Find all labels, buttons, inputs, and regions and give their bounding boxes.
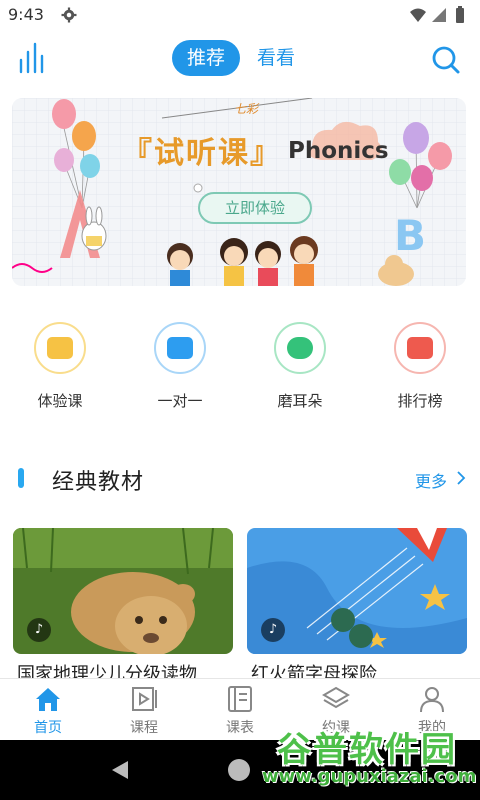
section-accent-bar	[18, 468, 24, 488]
quick-entry-label: 排行榜	[397, 392, 443, 410]
tab-courses[interactable]: 课程	[96, 679, 192, 741]
book-icon	[47, 337, 73, 359]
quick-entry-row: 体验课 一对一 磨耳朵 排行榜	[0, 318, 480, 418]
watermark-logo: 谷普软件园 www.gupuxiazai.com	[262, 722, 477, 796]
banner-title: 『试听课』	[122, 136, 282, 171]
quick-entry-trial[interactable]: 体验课	[15, 318, 105, 418]
play-box-icon	[132, 687, 157, 711]
back-icon[interactable]	[108, 759, 130, 781]
status-bar: 9:43	[0, 0, 480, 30]
home-circle-icon[interactable]	[228, 759, 250, 781]
audio-badge-icon: ♪	[27, 618, 51, 642]
schedule-icon	[228, 686, 252, 712]
tab-recommend[interactable]: 推荐	[172, 40, 240, 76]
tab-home[interactable]: 首页	[0, 679, 96, 741]
try-now-button[interactable]: 立即体验	[198, 192, 312, 224]
chat-icon	[167, 337, 193, 359]
quick-entry-listening[interactable]: 磨耳朵	[255, 318, 345, 418]
svg-text:B: B	[394, 211, 426, 260]
quick-entry-ranking[interactable]: 排行榜	[375, 318, 465, 418]
quick-entry-one-on-one[interactable]: 一对一	[135, 318, 225, 418]
quick-entry-label: 体验课	[37, 392, 83, 410]
quick-entry-circle	[394, 322, 446, 374]
search-icon[interactable]	[430, 44, 462, 76]
quick-entry-circle	[154, 322, 206, 374]
audio-badge-icon: ♪	[261, 618, 285, 642]
section-title: 经典教材	[52, 470, 145, 495]
bookmark-star-icon	[407, 337, 433, 359]
quick-entry-circle	[274, 322, 326, 374]
chevron-right-icon[interactable]	[456, 470, 466, 486]
section-classic-materials: 经典教材 更多	[0, 458, 480, 500]
tab-label: 首页	[34, 720, 62, 736]
course-card[interactable]: ♪ 红火箭字母探险	[247, 528, 467, 685]
status-time: 9:43	[8, 5, 44, 24]
more-link[interactable]: 更多	[415, 468, 447, 492]
user-icon	[420, 687, 444, 713]
banner-subtitle: Phonics	[288, 138, 389, 164]
tab-label: 课程	[130, 720, 158, 736]
quick-entry-circle	[34, 322, 86, 374]
tab-watch[interactable]: 看看	[252, 40, 300, 76]
watermark-url: www.gupuxiazai.com	[262, 766, 477, 787]
card-cover-lion: ♪	[13, 528, 233, 654]
banner-brand: 七彩	[234, 102, 259, 116]
watermark-main: 谷普软件园	[277, 730, 457, 770]
quick-entry-label: 磨耳朵	[277, 392, 323, 410]
course-card[interactable]: ♪ 国家地理少儿分级读物	[13, 528, 233, 685]
home-icon	[36, 688, 60, 711]
quick-entry-label: 一对一	[157, 392, 203, 410]
abc-bubble-icon	[287, 337, 313, 359]
bar-chart-icon[interactable]	[18, 42, 48, 74]
card-cover-rocket: ♪	[247, 528, 467, 654]
top-nav: 推荐 看看	[0, 30, 480, 88]
status-indicators-icon	[410, 6, 464, 23]
banner-trial-class[interactable]: B 七彩 『试听课』 Phonics 立即体验	[12, 98, 466, 286]
layers-icon	[322, 686, 350, 709]
gear-icon	[61, 7, 77, 23]
